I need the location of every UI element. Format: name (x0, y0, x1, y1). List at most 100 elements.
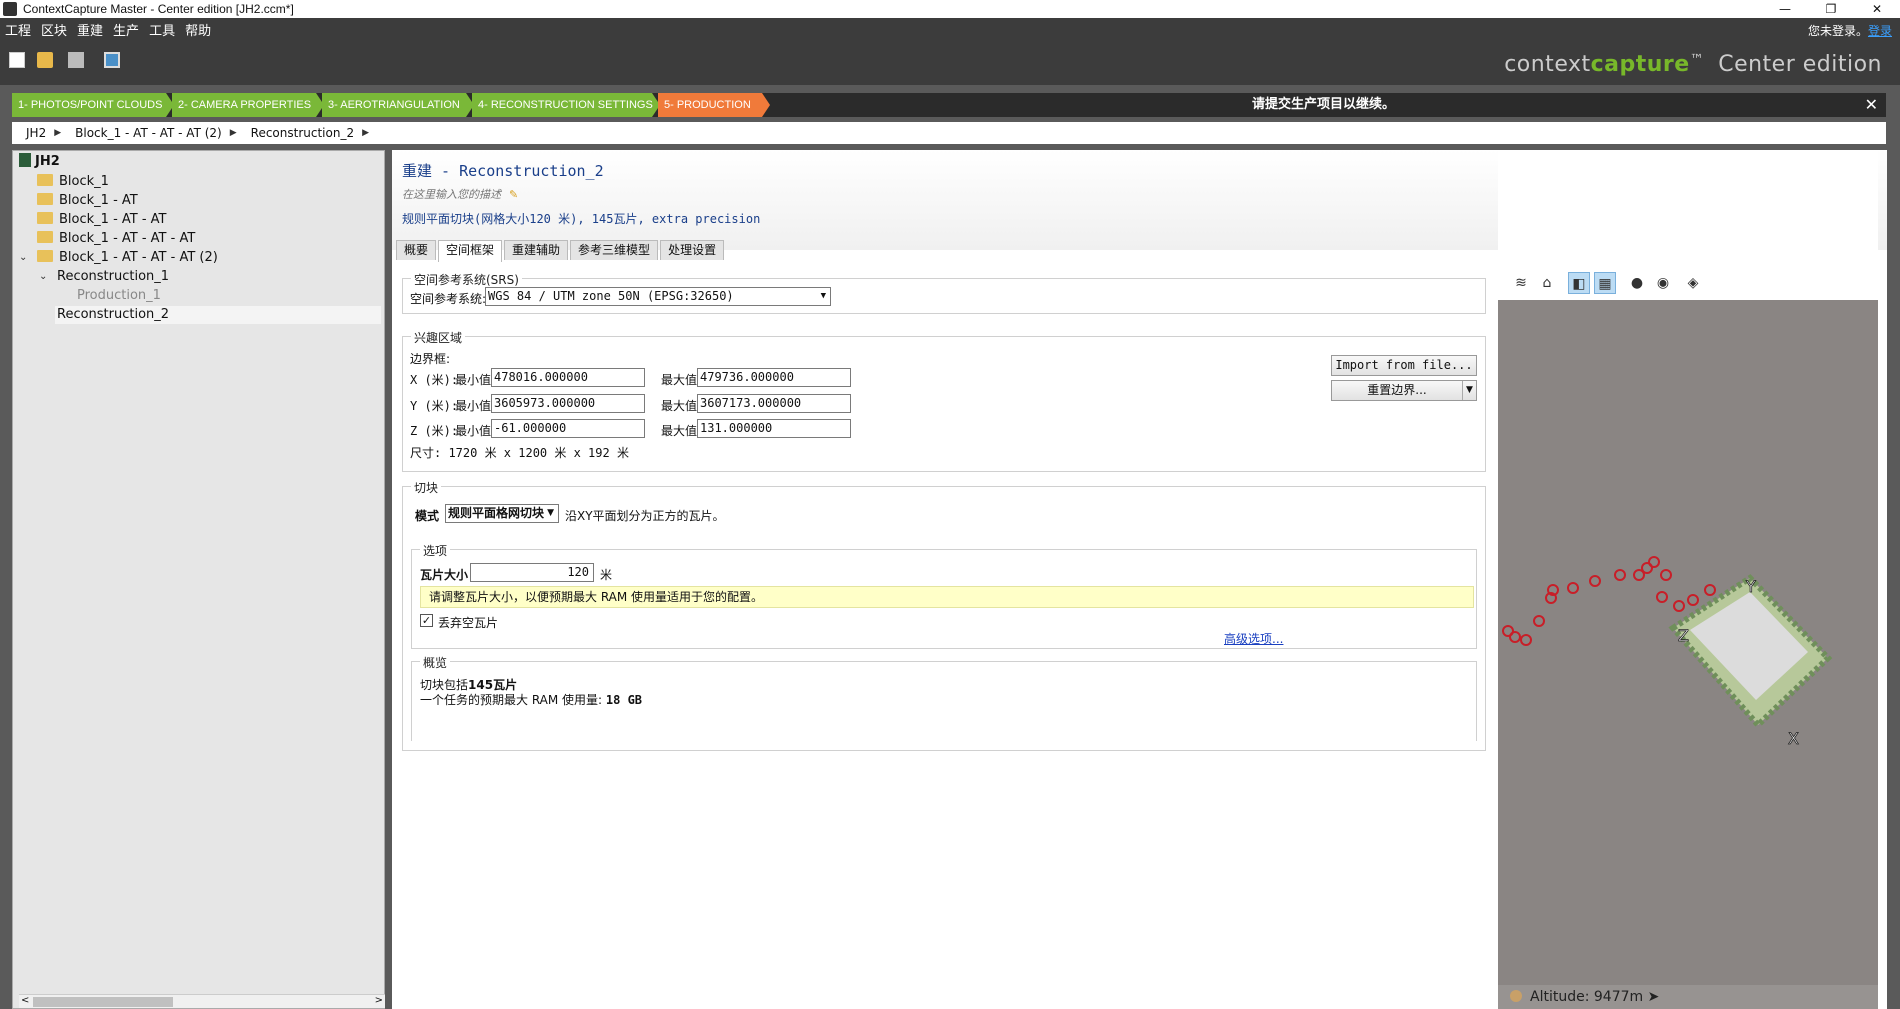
page-title-name: Reconstruction_2 (459, 162, 604, 180)
minimize-button[interactable]: — (1762, 0, 1808, 18)
y-min-input[interactable]: 3605973.000000 (491, 394, 645, 413)
screen-icon[interactable] (104, 52, 120, 68)
tree-item-reconstruction-2[interactable]: Reconstruction_2 (55, 306, 381, 324)
folder-icon (37, 193, 53, 205)
overview-tiles-value: 145瓦片 (468, 678, 518, 692)
close-window-button[interactable]: ✕ (1854, 0, 1900, 18)
tab-general[interactable]: 概要 (396, 240, 437, 260)
tree-item-block-1-at-at-at-2[interactable]: Block_1 - AT - AT - AT (2) (37, 249, 218, 267)
menu-project[interactable]: 工程 (0, 20, 36, 39)
tree-horizontal-scrollbar[interactable]: < > (19, 994, 385, 1008)
open-folder-icon[interactable] (37, 52, 53, 68)
tree-item-production-1[interactable]: Production_1 (77, 287, 161, 305)
compass-icon[interactable] (1510, 990, 1522, 1002)
breadcrumb-project[interactable]: JH2 (12, 126, 54, 140)
tab-processing-settings[interactable]: 处理设置 (660, 240, 725, 260)
scroll-thumb[interactable] (33, 997, 173, 1007)
tree-item-block-1[interactable]: Block_1 (37, 173, 109, 191)
step-production[interactable]: 5- PRODUCTION (658, 93, 770, 117)
window-title: ContextCapture Master - Center edition [… (23, 2, 294, 16)
new-project-icon[interactable] (9, 52, 25, 68)
altitude-bar: Altitude: 9477m ➤ (1498, 985, 1878, 1009)
tree-root[interactable]: JH2 (19, 153, 60, 171)
tile-size-hint: 请调整瓦片大小，以便预期最大 RAM 使用量适用于您的配置。 (420, 586, 1474, 608)
scroll-left-icon[interactable]: < (21, 995, 29, 1006)
chevron-right-icon: ▶ (229, 128, 237, 138)
tree-item-block-1-at[interactable]: Block_1 - AT (37, 192, 138, 210)
srs-select[interactable]: WGS 84 / UTM zone 50N (EPSG:32650) ▼ (485, 287, 831, 306)
cube-icon[interactable]: ◧ (1568, 272, 1590, 294)
reset-bounds-button[interactable]: 重置边界... ▼ (1331, 380, 1477, 401)
tab-reconstruction-constraints[interactable]: 重建辅助 (504, 240, 569, 260)
tree-item-block-1-at-at[interactable]: Block_1 - AT - AT (37, 211, 167, 229)
menu-help[interactable]: 帮助 (180, 20, 216, 39)
chevron-down-icon: ▼ (547, 508, 554, 518)
scroll-right-icon[interactable]: > (375, 995, 383, 1006)
y-min-label: 最小值 (455, 399, 492, 413)
step-photos[interactable]: 1- PHOTOS/POINT CLOUDS (12, 93, 174, 117)
tab-reference-3d-model[interactable]: 参考三维模型 (570, 240, 659, 260)
x-max-input[interactable]: 479736.000000 (697, 368, 851, 387)
title-bar: ContextCapture Master - Center edition [… (0, 0, 1900, 18)
pencil-icon[interactable]: ✎ (509, 188, 518, 201)
step-reconstruction-settings[interactable]: 4- RECONSTRUCTION SETTINGS (472, 93, 660, 117)
tree-item-block-1-at-at-at[interactable]: Block_1 - AT - AT - AT (37, 230, 195, 248)
small-camera-icon[interactable]: ● (1626, 272, 1648, 294)
options-group-title: 选项 (420, 542, 451, 559)
breadcrumb-block[interactable]: Block_1 - AT - AT - AT (2) (61, 126, 230, 140)
step-camera-properties[interactable]: 2- CAMERA PROPERTIES (172, 93, 324, 117)
tab-spatial-framework[interactable]: 空间框架 (438, 240, 503, 262)
box-icon[interactable]: ◈ (1682, 272, 1704, 294)
north-arrow-icon[interactable]: ➤ (1648, 989, 1660, 1005)
close-icon[interactable]: ✕ (1865, 93, 1878, 117)
camera-icon[interactable]: ◉ (1652, 272, 1674, 294)
description-placeholder: 在这里输入您的描述 (402, 188, 501, 201)
step-aerotriangulation[interactable]: 3- AEROTRIANGULATION (322, 93, 474, 117)
altitude-label: Altitude: (1530, 989, 1590, 1005)
y-max-label: 最大值 (661, 399, 698, 413)
description-field[interactable]: 在这里输入您的描述 ✎ (402, 186, 518, 202)
z-min-input[interactable]: -61.000000 (491, 419, 645, 438)
chevron-right-icon: ▶ (54, 128, 62, 138)
mode-select[interactable]: 规则平面格网切块 ▼ (445, 504, 559, 523)
page-title: 重建 - Reconstruction_2 (402, 160, 604, 181)
home-icon[interactable]: ⌂ (1536, 272, 1558, 294)
y-axis-label: Y (米): (410, 399, 459, 413)
restore-button[interactable]: ❐ (1808, 0, 1854, 18)
brand-prefix: context (1504, 52, 1591, 77)
tiling-group: 切块 模式 规则平面格网切块 ▼ 沿XY平面划分为正方的瓦片。 选项 瓦片大小 1… (402, 479, 1486, 751)
discard-empty-tiles-checkbox[interactable]: ✓ (420, 614, 433, 627)
chevron-down-icon[interactable]: ⌄ (19, 252, 27, 263)
y-max-input[interactable]: 3607173.000000 (697, 394, 851, 413)
tile-size-unit: 米 (600, 568, 613, 582)
folder-icon (37, 212, 53, 224)
chevron-down-icon: ▼ (820, 291, 826, 301)
layers-icon[interactable]: ≋ (1510, 272, 1532, 294)
save-icon[interactable] (68, 52, 84, 68)
viewer-canvas[interactable]: Y Z X Altitude: 9477m ➤ (1498, 300, 1878, 1009)
import-from-file-button[interactable]: Import from file... (1331, 355, 1477, 376)
reset-bounds-label: 重置边界... (1367, 383, 1427, 397)
advanced-options-link[interactable]: 高级选项... (1224, 630, 1283, 647)
axis-x-label: X (1788, 729, 1799, 748)
scene-svg[interactable]: Y Z X (1498, 300, 1878, 1009)
tree-item-label: Block_1 (59, 174, 109, 189)
tile-size-input[interactable]: 120 (470, 563, 594, 582)
page-title-prefix: 重建 (402, 162, 433, 180)
menu-block[interactable]: 区块 (36, 20, 72, 39)
menu-reconstruction[interactable]: 重建 (72, 20, 108, 39)
login-link[interactable]: 登录 (1868, 24, 1892, 38)
grid-icon[interactable]: ▦ (1594, 272, 1616, 294)
menu-production[interactable]: 生产 (108, 20, 144, 39)
login-text: 您未登录。 (1807, 24, 1868, 38)
menu-tools[interactable]: 工具 (144, 20, 180, 39)
toolbar: contextcapture™ Center edition (0, 40, 1900, 85)
folder-icon (37, 250, 53, 262)
chevron-down-icon[interactable]: ⌄ (39, 271, 47, 282)
tree-item-reconstruction-1[interactable]: Reconstruction_1 (57, 268, 169, 286)
tile-size-label: 瓦片大小 (420, 568, 469, 582)
breadcrumb-reconstruction[interactable]: Reconstruction_2 (237, 126, 362, 140)
chevron-down-icon[interactable]: ▼ (1462, 381, 1476, 400)
z-max-input[interactable]: 131.000000 (697, 419, 851, 438)
x-min-input[interactable]: 478016.000000 (491, 368, 645, 387)
